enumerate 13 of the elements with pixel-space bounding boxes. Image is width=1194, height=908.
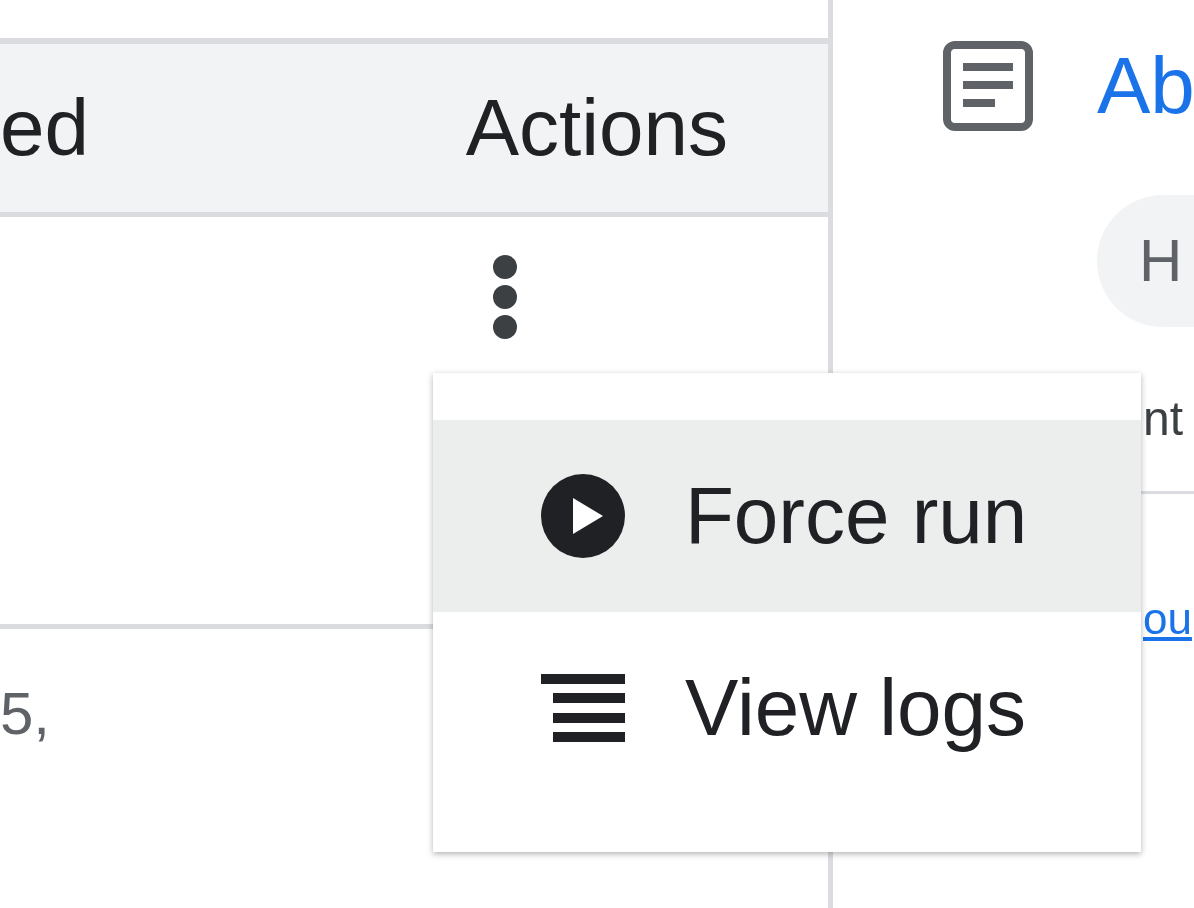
table-cell: 5, [0, 680, 51, 747]
menu-item[interactable]: View logs [433, 612, 1141, 804]
menu-item[interactable]: Force run [433, 420, 1141, 612]
panel-title[interactable]: Ab [1097, 40, 1194, 132]
more-options-icon[interactable] [492, 254, 518, 340]
list-icon [541, 674, 625, 742]
filter-chip[interactable]: H [1097, 195, 1194, 327]
play-icon [541, 474, 625, 558]
column-header: ed [0, 82, 89, 174]
document-icon [943, 41, 1033, 131]
panel-text: nt [1143, 391, 1185, 446]
panel-link[interactable]: ou [1143, 594, 1192, 644]
column-header: Actions [465, 82, 728, 174]
